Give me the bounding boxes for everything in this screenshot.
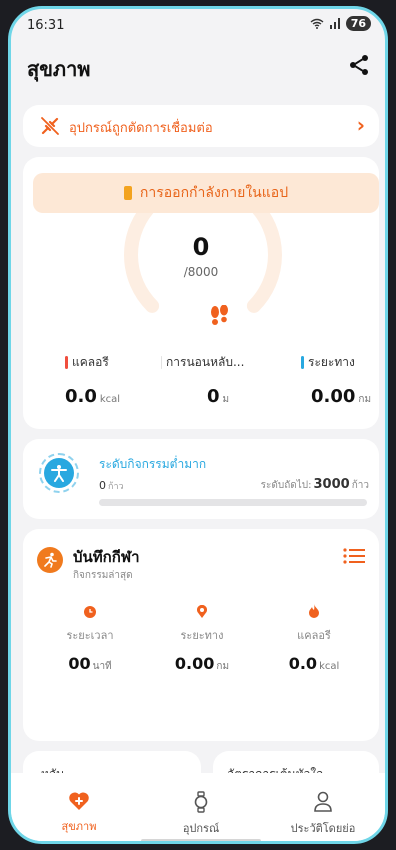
person-icon: [51, 465, 67, 482]
sport-metric-calories: แคลอรี 0.0 kcal: [259, 603, 369, 673]
step-goal: /8000: [183, 265, 219, 279]
sports-title: บันทึกกีฬา: [73, 548, 140, 566]
clock-icon: [84, 606, 96, 618]
phone-screen: 16:31 76 สุขภาพ อุปกรณ์ถูกตัดการเชื่อมต่…: [8, 6, 388, 844]
page-title: สุขภาพ: [27, 57, 91, 81]
tab-profile[interactable]: ประวัติโดยย่อ: [263, 791, 383, 837]
sports-subtitle: กิจกรรมล่าสุด: [73, 570, 133, 581]
metric-sleep: การนอนหลับ... 0ม: [161, 353, 271, 407]
chevron-right-icon: ›: [356, 113, 365, 137]
signal-icon: [329, 18, 340, 29]
activity-title: ระดับกิจกรรมต่ำมาก: [99, 457, 207, 471]
activity-next-level: ระดับถัดไป: 3000 ก้าว: [260, 477, 369, 492]
flame-icon: [309, 604, 319, 618]
status-icons: 76: [310, 16, 371, 31]
running-icon: [37, 547, 63, 573]
status-bar: 16:31 76: [11, 9, 385, 43]
device-banner-text: อุปกรณ์ถูกตัดการเชื่อมต่อ: [69, 121, 213, 136]
list-icon[interactable]: [343, 547, 365, 565]
disconnected-icon: [41, 117, 59, 135]
bottom-tab-bar: สุขภาพ อุปกรณ์ ประวัติโดยย่อ: [11, 773, 385, 841]
activity-badge: [39, 453, 79, 493]
activity-level-card[interactable]: ระดับกิจกรรมต่ำมาก 0 ก้าว ระดับถัดไป: 3000…: [23, 439, 379, 519]
activity-steps: 0 ก้าว: [99, 479, 124, 492]
footsteps-icon: [211, 305, 228, 325]
phone-icon: [123, 186, 132, 200]
metric-calories: แคลอรี 0.0 kcal: [65, 355, 121, 407]
tab-device[interactable]: อุปกรณ์: [141, 791, 261, 837]
wifi-icon: [310, 18, 324, 29]
tab-health[interactable]: สุขภาพ: [19, 791, 139, 835]
home-indicator[interactable]: [141, 839, 261, 841]
device-disconnected-banner[interactable]: อุปกรณ์ถูกตัดการเชื่อมต่อ ›: [23, 105, 379, 147]
status-time: 16:31: [27, 18, 65, 33]
in-app-workout-button[interactable]: การออกกำลังกายในแอป: [33, 173, 379, 213]
person-icon: [314, 791, 332, 812]
sport-metric-duration: ระยะเวลา 00 นาที: [35, 603, 145, 674]
location-pin-icon: [197, 604, 207, 618]
activity-progress-bar: [99, 499, 367, 506]
watch-icon: [194, 791, 208, 813]
battery-icon: 76: [345, 16, 371, 31]
sports-record-card[interactable]: บันทึกกีฬา กิจกรรมล่าสุด ระยะเวลา 00 นาที…: [23, 529, 379, 741]
metric-distance: ระยะทาง 0.00 กม: [301, 353, 385, 407]
share-icon[interactable]: [347, 53, 371, 77]
heart-plus-icon: [69, 792, 89, 810]
step-count: 0: [192, 233, 210, 261]
sport-metric-distance: ระยะทาง 0.00 กม: [147, 603, 257, 674]
